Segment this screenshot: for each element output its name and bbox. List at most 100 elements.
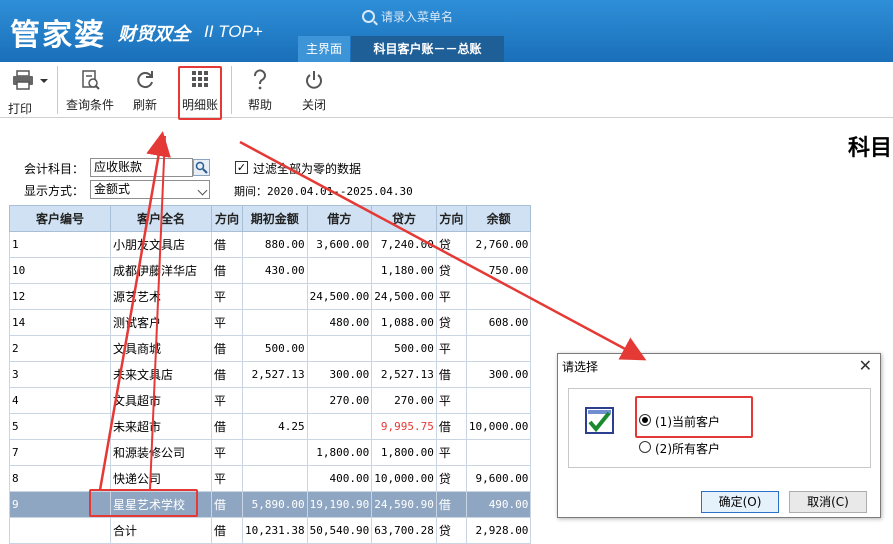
column-header[interactable]: 方向 bbox=[435, 205, 467, 232]
table-cell: 10,000.00 bbox=[465, 413, 532, 440]
column-header[interactable]: 方向 bbox=[211, 205, 243, 232]
refresh-button[interactable]: 刷新 bbox=[128, 68, 162, 116]
account-field[interactable]: 应收账款 bbox=[90, 158, 193, 177]
display-label: 显示方式： bbox=[24, 184, 85, 198]
display-mode-select[interactable]: 金额式 bbox=[90, 180, 210, 199]
tab-home[interactable]: 主界面 bbox=[298, 36, 350, 62]
total-row[interactable]: 合计借 10,231.38 50,540.90 63,700.28 贷 2,928.00 bbox=[9, 517, 532, 544]
table-cell: 24,500.00 bbox=[371, 283, 437, 310]
table-row[interactable]: 7 和源装修公司平 1,800.00 1,800.00 平 bbox=[9, 439, 532, 466]
filter-zero-checkbox[interactable]: ✓ bbox=[235, 161, 248, 174]
help-button[interactable]: 帮助 bbox=[244, 68, 276, 116]
table-cell bbox=[306, 413, 373, 440]
table-cell: 500.00 bbox=[371, 335, 437, 362]
table-header-row: 客户编号 客户全名 方向 期初金额 借方 贷方 方向 余额 bbox=[9, 205, 532, 232]
table-cell: 借 bbox=[435, 361, 467, 388]
logo-version: II TOP+ bbox=[204, 22, 263, 41]
table-row[interactable]: 4 文具超市平 270.00 270.00 平 bbox=[9, 387, 532, 414]
table-cell: 文具超市 bbox=[110, 387, 212, 414]
table-cell: 平 bbox=[435, 387, 467, 414]
toolbar-divider bbox=[231, 66, 232, 114]
table-cell: 270.00 bbox=[371, 387, 437, 414]
table-cell: 1 bbox=[9, 231, 111, 258]
page-title: 科目 bbox=[848, 135, 893, 161]
period-label: 期间：2020.04.01--2025.04.30 bbox=[234, 185, 413, 198]
table-cell: 300.00 bbox=[306, 361, 373, 388]
table-row[interactable]: 1 小朋友文具店借 880.00 3,600.00 7,240.00 贷 2,760.00 bbox=[9, 231, 532, 258]
menu-search[interactable]: 请录入菜单名 bbox=[362, 6, 512, 26]
table-cell bbox=[9, 517, 111, 544]
table-cell: 9,995.75 bbox=[371, 413, 437, 440]
table-cell: 贷 bbox=[435, 257, 467, 284]
column-header[interactable]: 客户全名 bbox=[110, 205, 212, 232]
table-cell bbox=[465, 387, 532, 414]
table-cell: 2,527.13 bbox=[242, 361, 308, 388]
tab-account-ledger[interactable]: 科目客户账－－总账 bbox=[351, 36, 504, 62]
search-input[interactable]: 请录入菜单名 bbox=[381, 8, 453, 25]
table-cell: 63,700.28 bbox=[371, 517, 437, 544]
table-cell: 文具商城 bbox=[110, 335, 212, 362]
table-cell: 2,760.00 bbox=[465, 231, 532, 258]
table-cell: 9,600.00 bbox=[465, 465, 532, 492]
table-cell: 借 bbox=[211, 517, 243, 544]
column-header[interactable]: 期初金额 bbox=[242, 205, 308, 232]
table-cell: 24,500.00 bbox=[306, 283, 373, 310]
column-header[interactable]: 客户编号 bbox=[9, 205, 111, 232]
table-row[interactable]: 3 未来文具店借 2,527.13 300.00 2,527.13 借 300.00 bbox=[9, 361, 532, 388]
table-row[interactable]: 5 未来超市借 4.25 9,995.75 借 10,000.00 bbox=[9, 413, 532, 440]
table-cell bbox=[242, 465, 308, 492]
query-conditions-button[interactable]: 查询条件 bbox=[62, 68, 118, 116]
toolbar-divider bbox=[57, 66, 58, 114]
table-body: 1 小朋友文具店借 880.00 3,600.00 7,240.00 贷 2,760.00 1… bbox=[9, 231, 532, 544]
table-cell: 300.00 bbox=[465, 361, 532, 388]
lookup-button[interactable] bbox=[193, 159, 210, 176]
choose-dialog: 请选择 ✕ (1)当前客户 (2)所有客户 确定(O) 取消(C) bbox=[557, 353, 881, 518]
table-cell: 10 bbox=[9, 257, 111, 284]
app-header: 管家婆 财贸双全 II TOP+ 请录入菜单名 主界面 科目客户账－－总账 bbox=[0, 0, 893, 62]
table-cell: 平 bbox=[435, 439, 467, 466]
table-cell: 19,190.90 bbox=[306, 491, 373, 518]
table-cell bbox=[306, 335, 373, 362]
table-cell: 贷 bbox=[435, 231, 467, 258]
table-cell bbox=[242, 439, 308, 466]
table-cell: 平 bbox=[211, 309, 243, 336]
table-cell: 5 bbox=[9, 413, 111, 440]
table-cell: 24,590.90 bbox=[371, 491, 437, 518]
table-cell: 和源装修公司 bbox=[110, 439, 212, 466]
printer-icon bbox=[13, 70, 48, 90]
query-icon bbox=[82, 70, 100, 90]
table-cell: 平 bbox=[211, 387, 243, 414]
toolbar: 打印 查询条件 刷新 明细账 帮助 关闭 bbox=[0, 62, 893, 120]
radio-all-customers[interactable] bbox=[639, 441, 651, 453]
table-row[interactable]: 14 测试客户平 480.00 1,088.00 贷 608.00 bbox=[9, 309, 532, 336]
table-cell: 测试客户 bbox=[110, 309, 212, 336]
dialog-title: 请选择 bbox=[562, 360, 599, 374]
table-cell: 1,180.00 bbox=[371, 257, 437, 284]
table-cell: 7,240.00 bbox=[371, 231, 437, 258]
table-cell: 2,928.00 bbox=[465, 517, 532, 544]
table-row[interactable]: 10 成都伊藤洋华店借 430.00 1,180.00 贷 750.00 bbox=[9, 257, 532, 284]
chevron-down-icon bbox=[197, 185, 208, 196]
table-cell: 880.00 bbox=[242, 231, 308, 258]
table-cell: 平 bbox=[435, 335, 467, 362]
table-cell: 7 bbox=[9, 439, 111, 466]
close-icon[interactable]: ✕ bbox=[859, 356, 872, 375]
column-header[interactable]: 借方 bbox=[306, 205, 373, 232]
table-cell: 贷 bbox=[435, 517, 467, 544]
print-button[interactable]: 打印 bbox=[4, 68, 52, 116]
ok-button[interactable]: 确定(O) bbox=[701, 491, 779, 513]
table-cell: 3 bbox=[9, 361, 111, 388]
close-button[interactable]: 关闭 bbox=[298, 68, 330, 116]
table-cell: 借 bbox=[211, 257, 243, 284]
table-cell: 借 bbox=[435, 413, 467, 440]
table-row[interactable]: 12 源艺艺术平 24,500.00 24,500.00 平 bbox=[9, 283, 532, 310]
column-header[interactable]: 余额 bbox=[465, 205, 532, 232]
cancel-button[interactable]: 取消(C) bbox=[789, 491, 867, 513]
option-all-label[interactable]: (2)所有客户 bbox=[655, 440, 720, 457]
column-header[interactable]: 贷方 bbox=[371, 205, 437, 232]
table-row[interactable]: 8 快递公司平 400.00 10,000.00 贷 9,600.00 bbox=[9, 465, 532, 492]
table-row[interactable]: 9 星星艺术学校借 5,890.00 19,190.90 24,590.90 借 490.0… bbox=[9, 491, 532, 518]
table-row[interactable]: 2 文具商城借 500.00 500.00 平 bbox=[9, 335, 532, 362]
print-label: 打印 bbox=[8, 102, 33, 116]
table-cell: 贷 bbox=[435, 309, 467, 336]
